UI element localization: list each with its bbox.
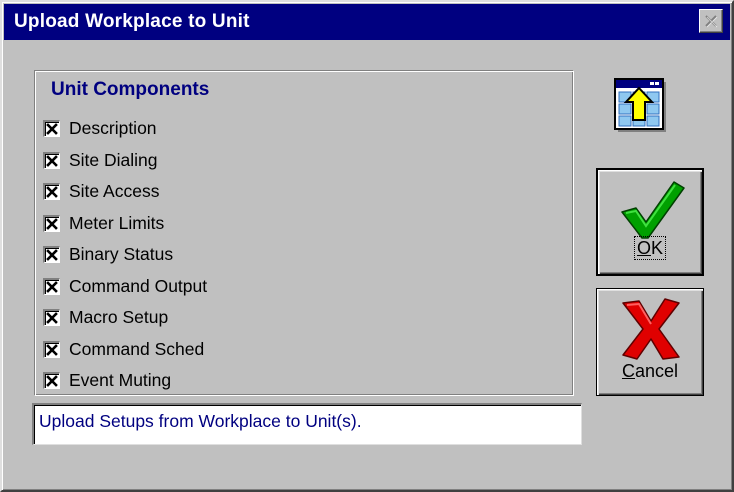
check-x-icon (46, 217, 58, 230)
check-x-icon (46, 280, 58, 293)
checkbox-box[interactable] (43, 309, 60, 327)
checkbox-meter-limits[interactable]: Meter Limits (43, 208, 207, 240)
ok-button-label: OK (633, 236, 667, 260)
checkbox-label: Event Muting (69, 370, 172, 391)
checkbox-box[interactable] (43, 277, 60, 295)
check-x-icon (46, 375, 58, 388)
checkbox-label: Site Access (69, 181, 160, 202)
checkbox-label: Description (69, 118, 157, 139)
window-title: Upload Workplace to Unit (14, 11, 250, 32)
unit-components-group: Unit Components Description Site Dialing… (34, 70, 574, 396)
status-message-box: Upload Setups from Workplace to Unit(s). (32, 403, 582, 445)
ok-button[interactable]: OK (596, 168, 704, 276)
component-checklist: Description Site Dialing Site Access Met… (43, 113, 207, 397)
checkbox-box[interactable] (43, 340, 60, 358)
cancel-button-label: Cancel (621, 361, 679, 381)
checkbox-command-sched[interactable]: Command Sched (43, 334, 207, 366)
check-x-icon (46, 343, 58, 356)
checkbox-label: Site Dialing (69, 149, 158, 170)
checkbox-box[interactable] (43, 151, 60, 169)
green-checkmark-icon (621, 181, 685, 239)
checkbox-box[interactable] (43, 372, 60, 390)
close-icon (705, 15, 718, 28)
checkbox-site-dialing[interactable]: Site Dialing (43, 145, 207, 177)
checkbox-box[interactable] (43, 183, 60, 201)
checkbox-box[interactable] (43, 246, 60, 264)
cancel-button[interactable]: Cancel (596, 288, 704, 396)
title-bar[interactable]: Upload Workplace to Unit (4, 4, 730, 40)
checkbox-label: Meter Limits (69, 212, 165, 233)
group-title: Unit Components (51, 79, 210, 100)
check-x-icon (46, 312, 58, 325)
upload-to-unit-icon[interactable] (614, 78, 668, 134)
checkbox-label: Macro Setup (69, 307, 169, 328)
checkbox-command-output[interactable]: Command Output (43, 271, 207, 303)
checkbox-event-muting[interactable]: Event Muting (43, 365, 207, 397)
checkbox-box[interactable] (43, 214, 60, 232)
status-text: Upload Setups from Workplace to Unit(s). (39, 411, 362, 431)
checkbox-macro-setup[interactable]: Macro Setup (43, 302, 207, 334)
checkbox-description[interactable]: Description (43, 113, 207, 145)
check-x-icon (46, 154, 58, 167)
checkbox-label: Binary Status (69, 244, 174, 265)
checkbox-binary-status[interactable]: Binary Status (43, 239, 207, 271)
check-x-icon (46, 123, 58, 136)
checkbox-label: Command Sched (69, 338, 205, 359)
checkbox-site-access[interactable]: Site Access (43, 176, 207, 208)
upload-workplace-dialog: Upload Workplace to Unit Unit Components… (0, 0, 734, 492)
red-x-icon (622, 298, 680, 360)
check-x-icon (46, 249, 58, 262)
checkbox-box[interactable] (43, 120, 60, 138)
close-button[interactable] (699, 9, 723, 33)
check-x-icon (46, 186, 58, 199)
checkbox-label: Command Output (69, 275, 208, 296)
